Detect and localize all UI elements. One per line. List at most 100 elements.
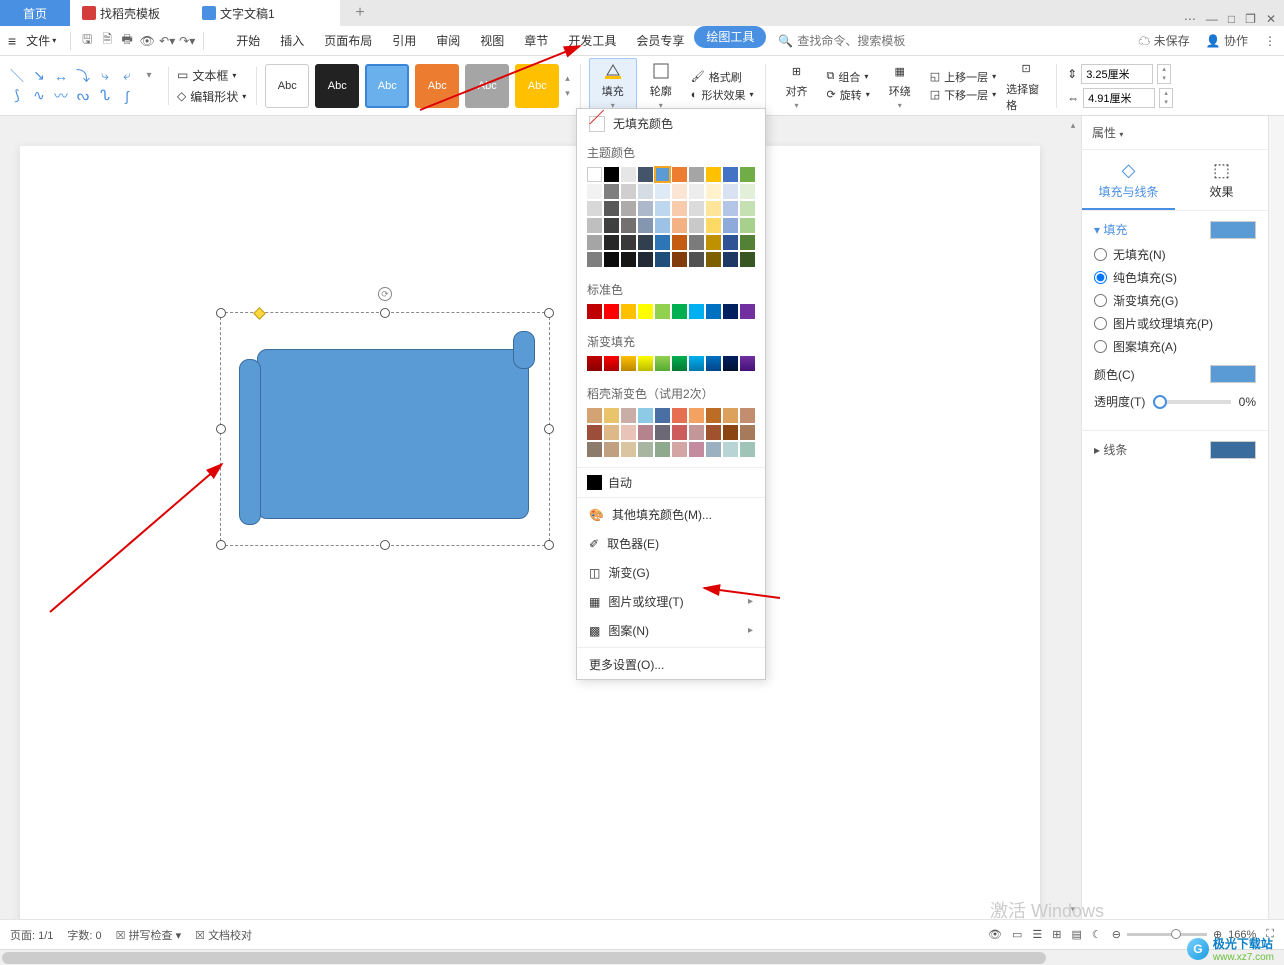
vertical-scrollbar[interactable]: ▴▾ xyxy=(1065,116,1081,919)
eye-icon[interactable]: 👁 xyxy=(988,928,1002,941)
command-search[interactable]: 🔍 xyxy=(778,34,917,48)
color-swatch[interactable] xyxy=(723,442,738,457)
bringforward-button[interactable]: ◱上移一层▾ xyxy=(930,69,996,85)
color-swatch[interactable] xyxy=(587,218,602,233)
color-swatch[interactable] xyxy=(655,218,670,233)
panel-tab-fill[interactable]: ◇填充与线条 xyxy=(1082,150,1175,210)
color-swatch[interactable] xyxy=(655,201,670,216)
file-menu[interactable]: 文件▾ xyxy=(20,32,62,49)
color-swatch[interactable] xyxy=(723,218,738,233)
color-swatch[interactable] xyxy=(604,235,619,250)
color-swatch[interactable] xyxy=(672,167,687,182)
color-swatch[interactable] xyxy=(638,425,653,440)
resize-handle[interactable] xyxy=(380,540,390,550)
color-swatch[interactable] xyxy=(604,304,619,319)
rotate-button[interactable]: ⟳旋转▾ xyxy=(826,87,869,103)
window-restore-icon[interactable]: ❐ xyxy=(1245,12,1256,26)
sendback-button[interactable]: ◲下移一层▾ xyxy=(930,87,996,103)
elbow2-icon[interactable]: ⤶ xyxy=(118,67,136,85)
color-swatch[interactable] xyxy=(672,356,687,371)
curve3-icon[interactable]: 〰 xyxy=(52,87,70,105)
textbox-button[interactable]: 文本框 xyxy=(192,67,228,84)
align-dropdown[interactable]: ⊞对齐▾ xyxy=(772,61,820,110)
color-swatch[interactable] xyxy=(604,442,619,457)
proofread-toggle[interactable]: ☒ 文档校对 xyxy=(195,927,252,943)
more-settings-item[interactable]: 更多设置(O)... xyxy=(577,650,765,679)
color-swatch[interactable] xyxy=(740,201,755,216)
color-swatch[interactable] xyxy=(587,184,602,199)
color-swatch[interactable] xyxy=(638,167,653,182)
color-swatch[interactable] xyxy=(638,408,653,423)
color-swatch[interactable] xyxy=(740,304,755,319)
color-swatch[interactable] xyxy=(740,252,755,267)
color-swatch[interactable] xyxy=(689,218,704,233)
shapeeffect-button[interactable]: ◐形状效果▾ xyxy=(691,87,754,103)
color-swatch[interactable] xyxy=(689,235,704,250)
curve6-icon[interactable]: ʃ xyxy=(118,87,136,105)
color-swatch[interactable] xyxy=(740,167,755,182)
height-spinner[interactable]: ▴▾ xyxy=(1157,64,1171,84)
color-swatch[interactable] xyxy=(689,408,704,423)
view-outline-icon[interactable]: ☰ xyxy=(1032,928,1042,941)
redo-icon[interactable]: ↷▾ xyxy=(179,33,195,49)
color-swatch[interactable] xyxy=(638,201,653,216)
color-swatch[interactable] xyxy=(655,356,670,371)
color-swatch[interactable] xyxy=(604,408,619,423)
color-swatch[interactable] xyxy=(689,304,704,319)
color-swatch[interactable] xyxy=(706,425,721,440)
panel-tab-effect[interactable]: ⬚效果 xyxy=(1175,150,1268,210)
color-swatch[interactable] xyxy=(604,167,619,182)
color-swatch[interactable] xyxy=(638,235,653,250)
color-swatch[interactable] xyxy=(723,201,738,216)
window-option-icon[interactable]: ⋯ xyxy=(1184,12,1196,26)
color-swatch[interactable] xyxy=(587,408,602,423)
style-blue[interactable]: Abc xyxy=(365,64,409,108)
tab-document[interactable]: 文字文稿1 xyxy=(190,0,340,26)
style-white[interactable]: Abc xyxy=(265,64,309,108)
color-swatch[interactable] xyxy=(638,184,653,199)
tab-insert[interactable]: 插入 xyxy=(270,26,314,56)
window-close-icon[interactable]: ✕ xyxy=(1266,12,1276,26)
color-swatch[interactable] xyxy=(672,218,687,233)
color-swatch[interactable] xyxy=(672,184,687,199)
color-swatch[interactable] xyxy=(689,252,704,267)
adjust-handle[interactable] xyxy=(253,307,266,320)
resize-handle[interactable] xyxy=(380,308,390,318)
view-page-icon[interactable]: ▭ xyxy=(1012,928,1022,941)
pattern-item[interactable]: ▩图案(N)▸ xyxy=(577,616,765,645)
window-min-icon[interactable]: — xyxy=(1206,12,1218,26)
view-read-icon[interactable]: ▤ xyxy=(1071,928,1081,941)
arrow-icon[interactable]: ↘ xyxy=(30,67,48,85)
color-swatch[interactable] xyxy=(655,442,670,457)
color-swatch[interactable] xyxy=(689,184,704,199)
tab-layout[interactable]: 页面布局 xyxy=(314,26,382,56)
color-swatch[interactable] xyxy=(621,356,636,371)
window-max-icon[interactable]: □ xyxy=(1228,12,1235,26)
color-swatch[interactable] xyxy=(706,252,721,267)
color-swatch[interactable] xyxy=(621,167,636,182)
color-swatch[interactable] xyxy=(655,252,670,267)
color-swatch[interactable] xyxy=(638,304,653,319)
color-swatch[interactable] xyxy=(723,167,738,182)
color-swatch[interactable] xyxy=(587,304,602,319)
nofill-radio[interactable]: 无填充(N) xyxy=(1094,246,1256,263)
color-swatch[interactable] xyxy=(587,356,602,371)
group-button[interactable]: ⧉组合▾ xyxy=(826,69,869,85)
nightmode-icon[interactable]: ☾ xyxy=(1092,928,1102,941)
width-spinner[interactable]: ▴▾ xyxy=(1159,88,1173,108)
hamburger-icon[interactable]: ≡ xyxy=(8,33,16,49)
color-swatch[interactable] xyxy=(672,425,687,440)
saveas-icon[interactable]: 🗎 xyxy=(99,33,115,49)
fill-preview-swatch[interactable] xyxy=(1210,221,1256,239)
color-swatch[interactable] xyxy=(706,442,721,457)
resize-handle[interactable] xyxy=(216,424,226,434)
color-swatch[interactable] xyxy=(621,235,636,250)
color-swatch[interactable] xyxy=(672,252,687,267)
color-swatch[interactable] xyxy=(638,218,653,233)
color-swatch[interactable] xyxy=(604,252,619,267)
tab-start[interactable]: 开始 xyxy=(226,26,270,56)
color-swatch[interactable] xyxy=(723,425,738,440)
color-swatch[interactable] xyxy=(706,356,721,371)
color-swatch[interactable] xyxy=(655,235,670,250)
more-icon[interactable]: ⋮ xyxy=(1264,34,1276,48)
